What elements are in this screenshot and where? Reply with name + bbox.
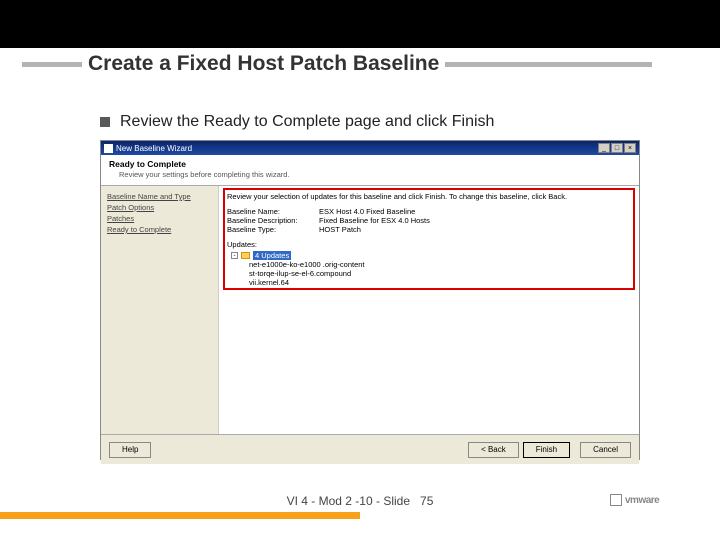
nav-step-patches[interactable]: Patches xyxy=(107,214,212,223)
tree-root-row[interactable]: - 4 Updates xyxy=(231,251,631,260)
summary-table: Baseline Name: ESX Host 4.0 Fixed Baseli… xyxy=(227,207,631,234)
dialog-body: Baseline Name and Type Patch Options Pat… xyxy=(101,186,639,434)
table-row: Baseline Type: HOST Patch xyxy=(227,225,631,234)
folder-icon xyxy=(241,252,250,259)
label-baseline-desc: Baseline Description: xyxy=(227,216,319,225)
bullet-row: Review the Ready to Complete page and cl… xyxy=(100,113,494,131)
accent-bar xyxy=(0,512,360,519)
table-row: Baseline Description: Fixed Baseline for… xyxy=(227,216,631,225)
value-baseline-desc: Fixed Baseline for ESX 4.0 Hosts xyxy=(319,216,430,225)
dialog-content: Review your selection of updates for thi… xyxy=(219,186,639,434)
cancel-button[interactable]: Cancel xyxy=(580,442,631,458)
logo-box-icon xyxy=(610,494,622,506)
slide-title: Create a Fixed Host Patch Baseline xyxy=(82,52,445,76)
dialog-header-sub: Review your settings before completing t… xyxy=(119,170,631,179)
slide-top-bar xyxy=(0,0,720,48)
help-button[interactable]: Help xyxy=(109,442,151,458)
tree-collapse-icon[interactable]: - xyxy=(231,252,238,259)
label-baseline-type: Baseline Type: xyxy=(227,225,319,234)
tree-child[interactable]: vii.kernel.64 xyxy=(249,278,631,287)
wizard-dialog: New Baseline Wizard _ □ × Ready to Compl… xyxy=(100,140,640,460)
slide-footer-text: VI 4 - Mod 2 -10 - Slide xyxy=(287,494,410,508)
nav-step-ready[interactable]: Ready to Complete xyxy=(107,225,212,234)
value-baseline-type: HOST Patch xyxy=(319,225,361,234)
logo-text: vmware xyxy=(625,495,659,506)
dialog-header: Ready to Complete Review your settings b… xyxy=(101,155,639,186)
dialog-footer: Help < Back Finish Cancel xyxy=(101,434,639,464)
vmware-logo: vmware xyxy=(610,492,690,508)
nav-step-name-type[interactable]: Baseline Name and Type xyxy=(107,192,212,201)
dialog-titlebar: New Baseline Wizard _ □ × xyxy=(101,141,639,155)
bullet-icon xyxy=(100,117,110,127)
nav-step-patch-options[interactable]: Patch Options xyxy=(107,203,212,212)
value-baseline-name: ESX Host 4.0 Fixed Baseline xyxy=(319,207,415,216)
label-baseline-name: Baseline Name: xyxy=(227,207,319,216)
tree-child[interactable]: st-torqe-ilup-se-el-6.compound xyxy=(249,269,631,278)
updates-label: Updates: xyxy=(227,240,631,249)
app-icon xyxy=(104,144,113,153)
maximize-button[interactable]: □ xyxy=(611,143,623,153)
dialog-title: New Baseline Wizard xyxy=(116,144,597,153)
wizard-nav: Baseline Name and Type Patch Options Pat… xyxy=(101,186,219,434)
dialog-header-title: Ready to Complete xyxy=(109,159,631,169)
slide-title-bar: Create a Fixed Host Patch Baseline xyxy=(22,58,652,72)
slide-page-number: 75 xyxy=(420,494,433,508)
tree-root-label: 4 Updates xyxy=(253,251,291,260)
close-button[interactable]: × xyxy=(624,143,636,153)
minimize-button[interactable]: _ xyxy=(598,143,610,153)
tree-child[interactable]: net-e1000e-ko-e1000 .orig-content xyxy=(249,260,631,269)
instruction-text: Review your selection of updates for thi… xyxy=(227,192,631,201)
table-row: Baseline Name: ESX Host 4.0 Fixed Baseli… xyxy=(227,207,631,216)
back-button[interactable]: < Back xyxy=(468,442,519,458)
bullet-text: Review the Ready to Complete page and cl… xyxy=(120,113,494,131)
finish-button[interactable]: Finish xyxy=(523,442,570,458)
